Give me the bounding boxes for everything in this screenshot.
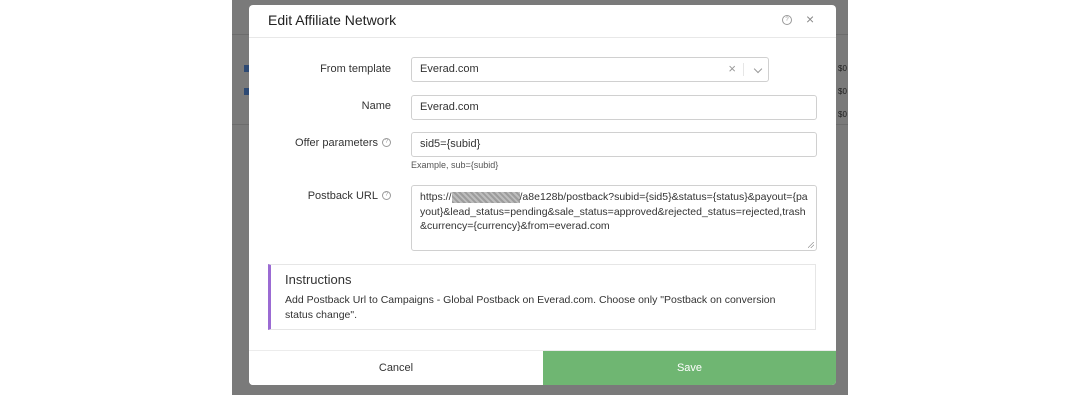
from-template-label-text: From template [320, 63, 391, 75]
info-icon[interactable]: ? [382, 190, 391, 200]
edit-affiliate-network-modal: Edit Affiliate Network ? × From template… [249, 5, 836, 385]
background-value: $0 [838, 64, 847, 73]
instructions-text: Add Postback Url to Campaigns - Global P… [285, 294, 776, 321]
name-label: Name [362, 100, 391, 112]
select-separator [743, 63, 744, 76]
save-button[interactable]: Save [543, 351, 836, 385]
postback-url-label-text: Postback URL [307, 190, 378, 202]
viewport: $0 $0 $0 Edit Affiliate Network ? × From… [0, 0, 1080, 395]
name-label-text: Name [361, 100, 391, 112]
close-icon[interactable]: × [806, 11, 814, 27]
postback-url-textarea[interactable]: https:///a8e128b/postback?subid={sid5}&s… [411, 185, 817, 251]
clear-icon[interactable]: × [728, 61, 736, 76]
from-template-label: From template [320, 63, 391, 75]
resize-handle-icon[interactable] [808, 242, 814, 248]
offer-parameters-input[interactable]: sid5={subid} [411, 132, 817, 157]
info-icon[interactable]: ? [382, 137, 391, 147]
background-value: $0 [838, 110, 847, 119]
cancel-button[interactable]: Cancel [249, 351, 543, 385]
offer-parameters-hint: Example, sub={subid} [411, 160, 499, 170]
postback-url-prefix: https:// [420, 191, 452, 203]
name-input[interactable]: Everad.com [411, 95, 817, 120]
name-value: Everad.com [420, 101, 479, 113]
offer-parameters-value: sid5={subid} [420, 138, 481, 150]
offer-parameters-label: Offer parameters? [295, 137, 391, 149]
background-value: $0 [838, 87, 847, 96]
modal-header: Edit Affiliate Network ? × [249, 5, 836, 38]
from-template-value: Everad.com [420, 63, 479, 75]
redacted-block [451, 191, 520, 203]
postback-url-value: https:///a8e128b/postback?subid={sid5}&s… [420, 190, 810, 234]
offer-parameters-label-text: Offer parameters [295, 137, 378, 149]
instructions-title: Instructions [285, 272, 352, 287]
from-template-select[interactable]: Everad.com × [411, 57, 769, 82]
postback-url-label: Postback URL? [308, 190, 391, 202]
chevron-down-icon[interactable] [753, 64, 763, 74]
modal-title: Edit Affiliate Network [268, 12, 397, 28]
question-circle-icon[interactable]: ? [782, 15, 792, 25]
instructions-panel: Instructions Add Postback Url to Campaig… [268, 264, 816, 330]
